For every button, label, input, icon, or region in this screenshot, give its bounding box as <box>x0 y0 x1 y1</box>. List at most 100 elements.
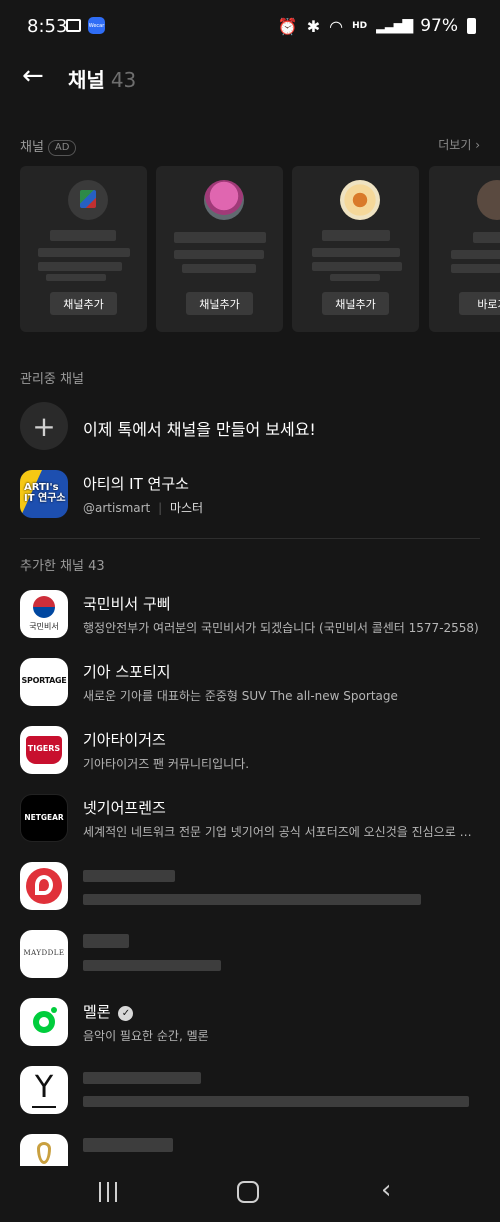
channel-row[interactable]: MAYDDLE <box>0 922 500 990</box>
verified-badge-icon: ✓ <box>118 1006 134 1021</box>
logo-text: MAYDDLE <box>23 949 65 957</box>
blurred-name <box>473 232 500 243</box>
blurred-desc <box>38 262 122 271</box>
channel-desc: 새로운 기아를 대표하는 준중형 SUV The all-new Sportag… <box>83 689 398 703</box>
channel-desc: 행정안전부가 여러분의 국민비서가 되겠습니다 (국민비서 콜센터 1577-2… <box>83 621 479 635</box>
recent-apps-icon[interactable] <box>98 1182 118 1202</box>
page-title: 채널 43 <box>68 64 136 93</box>
channel-name: 국민비서 구삐 <box>83 595 171 613</box>
back-nav-icon[interactable]: ‹ <box>381 1177 391 1203</box>
logo-text: SPORTAGE <box>21 676 67 685</box>
more-link[interactable]: 더보기 › <box>438 136 480 153</box>
create-channel-prompt[interactable]: 이제 톡에서 채널을 만들어 보세요! <box>83 416 316 440</box>
channel-name: 기아 스포티지 <box>83 663 171 681</box>
channel-logo: NETGEAR <box>20 794 68 842</box>
blurred-desc <box>451 264 500 273</box>
create-channel-button[interactable]: + <box>20 402 68 450</box>
battery-percent: 97% <box>420 16 458 36</box>
channel-name: 멜론 <box>83 1003 111 1021</box>
home-icon[interactable] <box>237 1181 259 1203</box>
ad-card[interactable]: 채널추가 <box>292 166 419 332</box>
blurred-desc <box>312 262 402 271</box>
channel-logo <box>204 180 244 220</box>
page-title-text: 채널 <box>68 68 105 92</box>
gallery-notification-icon <box>66 19 81 32</box>
status-icons: ⏰ ✱ ◠ HD ▂▃▅▇ 97% <box>278 16 476 36</box>
wecar-notification-icon: Wecar <box>88 17 105 34</box>
channel-logo <box>68 180 108 220</box>
channel-handle-line: @artismart | 마스터 <box>83 501 204 515</box>
bluetooth-icon: ✱ <box>306 16 321 36</box>
channel-row[interactable]: NETGEAR 넷기어프렌즈 세계적인 네트워크 전문 기업 넷기어의 공식 서… <box>0 786 500 854</box>
more-label: 더보기 <box>438 138 472 152</box>
channel-count: 43 <box>110 68 137 92</box>
blurred-name <box>83 934 129 948</box>
channel-row[interactable] <box>0 854 500 922</box>
channel-row[interactable]: TIGERS 기아타이거즈 기아타이거즈 팬 커뮤니티입니다. <box>0 718 500 786</box>
blurred-desc <box>330 274 380 281</box>
channel-row[interactable] <box>0 1126 500 1166</box>
shortcut-button[interactable]: 바로가 <box>459 292 500 315</box>
channel-logo <box>20 862 68 910</box>
ad-section-title: 채널 <box>20 140 44 155</box>
wifi-icon: ◠ <box>329 16 344 36</box>
blurred-desc <box>312 248 400 257</box>
blurred-name <box>83 1072 201 1084</box>
add-channel-button[interactable]: 채널추가 <box>322 292 389 315</box>
blurred-name <box>322 230 390 241</box>
logo-text: 국민비서 <box>29 622 59 631</box>
channel-row[interactable]: 멜론 ✓ 음악이 필요한 순간, 멜론 <box>0 990 500 1058</box>
blurred-desc <box>83 894 421 905</box>
chevron-right-icon: › <box>475 138 480 152</box>
channel-row[interactable]: 국민비서 국민비서 구삐 행정안전부가 여러분의 국민비서가 되겠습니다 (국민… <box>0 582 500 650</box>
alarm-icon: ⏰ <box>277 16 298 36</box>
channel-logo: Y <box>20 1066 68 1114</box>
managed-section-label: 관리중 채널 <box>20 372 84 387</box>
status-time: 8:53 <box>27 16 68 37</box>
battery-icon <box>467 18 476 34</box>
logo-text: TIGERS <box>27 744 61 753</box>
ad-badge: AD <box>47 140 77 156</box>
blurred-desc <box>46 274 106 281</box>
ad-card[interactable]: 바로가 <box>429 166 500 332</box>
section-divider <box>20 538 480 539</box>
add-channel-button[interactable]: 채널추가 <box>186 292 253 315</box>
channel-name-wrap: 멜론 ✓ <box>83 1001 134 1022</box>
add-channel-button[interactable]: 채널추가 <box>50 292 117 315</box>
channel-desc: 음악이 필요한 순간, 멜론 <box>83 1029 209 1043</box>
blurred-desc <box>38 248 130 257</box>
plus-icon: + <box>32 409 56 443</box>
status-bar: 8:53 Wecar ⏰ ✱ ◠ HD ▂▃▅▇ 97% <box>0 0 500 56</box>
blurred-desc <box>83 960 221 971</box>
channel-logo <box>340 180 380 220</box>
blurred-name <box>83 870 175 882</box>
channel-row[interactable]: Y <box>0 1058 500 1126</box>
channel-desc: 기아타이거즈 팬 커뮤니티입니다. <box>83 757 250 771</box>
blurred-desc <box>182 264 256 273</box>
channel-name: 기아타이거즈 <box>83 731 166 749</box>
logo-text: Y <box>34 1070 54 1105</box>
blurred-name <box>50 230 116 241</box>
blurred-desc <box>83 1096 469 1107</box>
hd-voice-icon: HD <box>352 21 368 31</box>
system-nav-bar: ‹ <box>0 1168 500 1222</box>
channel-handle: @artismart <box>83 501 151 515</box>
channel-name: 아티의 IT 연구소 <box>83 475 189 493</box>
melon-logo <box>20 998 68 1046</box>
channel-logo: TIGERS <box>20 726 68 774</box>
ad-card[interactable]: 채널추가 <box>20 166 147 332</box>
managed-channel-row[interactable]: 아티의 IT 연구소 @artismart | 마스터 <box>0 462 500 528</box>
back-arrow-icon[interactable]: ← <box>22 63 48 89</box>
ad-section-label: 채널 AD <box>20 136 77 156</box>
channel-logo: MAYDDLE <box>20 930 68 978</box>
channel-logo: 국민비서 <box>20 590 68 638</box>
channel-role: 마스터 <box>169 501 204 515</box>
ad-card[interactable]: 채널추가 <box>156 166 283 332</box>
blurred-name <box>174 232 266 243</box>
blurred-name <box>83 1138 173 1152</box>
signal-icon: ▂▃▅▇ <box>376 18 413 34</box>
channel-row[interactable]: SPORTAGE 기아 스포티지 새로운 기아를 대표하는 준중형 SUV Th… <box>0 650 500 718</box>
blurred-desc <box>174 250 264 259</box>
channel-logo: SPORTAGE <box>20 658 68 706</box>
channel-logo <box>20 1134 68 1166</box>
